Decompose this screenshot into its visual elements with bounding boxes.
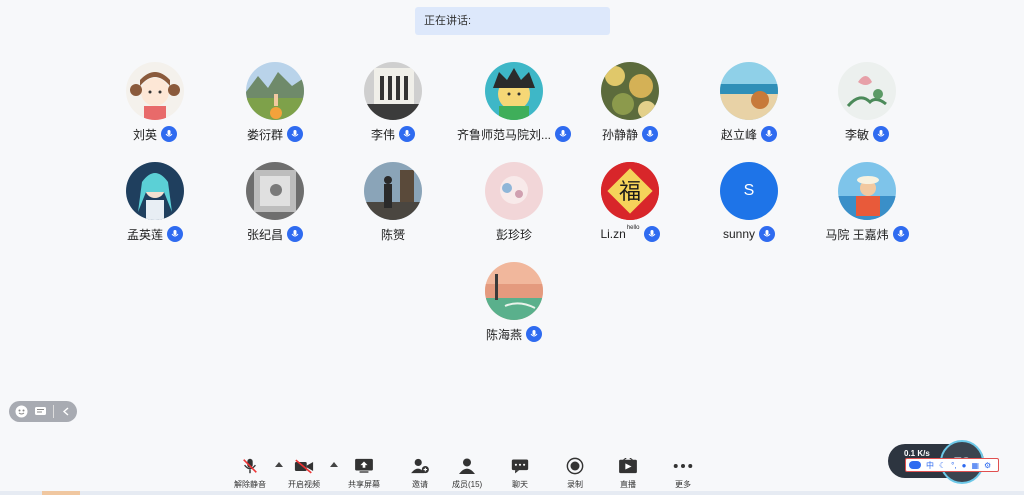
avatar [246,62,304,120]
mic-muted-icon [239,456,261,476]
taskbar-strip [0,491,1024,495]
microphone-icon [287,226,303,242]
start-video-button[interactable]: 开启视频 [288,452,320,492]
chat-button[interactable]: 聊天 [509,452,531,492]
audio-options-caret[interactable] [275,462,283,467]
participant-tile[interactable]: 马院 王嘉炜 [802,162,932,252]
avatar [126,62,184,120]
avatar [838,62,896,120]
avatar [364,162,422,220]
share-screen-icon [353,456,375,476]
participant-name: 孟英莲 [126,227,163,242]
microphone-icon [873,126,889,142]
participant-tile[interactable]: 李敏 [802,62,932,152]
participant-name: Li.zn [600,227,626,241]
share-screen-button[interactable]: 共享屏幕 [348,452,380,492]
ime-toolbar[interactable]: 中 ☾ °, ● ▦ ⚙ [905,458,999,472]
settings-icon[interactable]: ⚙ [984,461,991,470]
record-icon [564,456,586,476]
keyboard-icon[interactable]: ▦ [971,461,979,470]
moon-icon[interactable]: ☾ [939,461,946,470]
invite-button[interactable]: 邀请 [409,452,431,492]
participant-name: 刘英 [132,127,157,142]
meeting-toolbar: 解除静音 开启视频 共享屏幕 邀请 成员(15) 聊天 录制 直播 更多 [226,452,706,492]
avatar [126,162,184,220]
microphone-icon [526,326,542,342]
microphone-icon [642,126,658,142]
microphone-icon [161,126,177,142]
members-icon [456,456,478,476]
more-icon [672,456,694,476]
participant-name: 陈赟 [380,227,405,242]
avatar [485,262,543,320]
participant-tile[interactable]: S sunny [684,162,814,252]
microphone-icon [643,226,660,242]
avatar [485,162,543,220]
live-button[interactable]: 直播 [617,452,639,492]
participant-name: 孙静静 [601,127,638,142]
live-icon [617,456,639,476]
participant-tile[interactable]: 孟英莲 [90,162,220,252]
microphone-icon [892,226,909,242]
more-button[interactable]: 更多 [672,452,694,492]
participant-name: 赵立峰 [720,127,757,142]
participant-tile[interactable]: 福 Li.zn hello [565,162,695,252]
avatar [601,62,659,120]
participant-name: 李敏 [844,127,869,142]
participant-tile[interactable]: 彭珍珍 [446,162,582,252]
speaking-banner: 正在讲话: [415,7,610,35]
participant-name: 娄衍群 [246,127,283,142]
speaking-label: 正在讲话: [424,15,472,27]
participant-tile[interactable]: 赵立峰 [684,62,814,152]
participant-name: 李伟 [370,127,395,142]
emoji-icon[interactable] [15,405,28,418]
hello-tag: hello [626,225,640,231]
participant-tile[interactable]: 娄衍群 [210,62,340,152]
avatar [838,162,896,220]
participant-tile[interactable]: 张纪昌 [210,162,340,252]
avatar: S [720,162,778,220]
divider [53,405,54,418]
microphone-icon [399,126,415,142]
participant-tile[interactable]: 刘英 [90,62,220,152]
participant-tile[interactable]: 孙静静 [565,62,695,152]
participant-tile[interactable]: 陈赟 [328,162,458,252]
participant-name: 彭珍珍 [495,227,532,242]
participant-name: sunny [722,227,756,241]
microphone-icon [167,226,183,242]
participant-tile[interactable]: 李伟 [328,62,458,152]
invite-icon [409,456,431,476]
participant-tile[interactable]: 陈海燕 [446,262,582,352]
avatar-initial: S [743,182,755,199]
avatar-character: 福 [619,180,641,205]
participant-name: 齐鲁师范马院刘... [456,127,551,142]
ime-mode[interactable]: 中 [926,460,934,471]
avatar: 福 [601,162,659,220]
video-options-caret[interactable] [330,462,338,467]
collapse-icon[interactable] [60,405,73,418]
punctuation-icon[interactable]: °, [951,461,956,470]
participant-tile[interactable]: 齐鲁师范马院刘... [446,62,582,152]
microphone-icon [759,226,776,242]
video-off-icon [293,456,315,476]
members-button[interactable]: 成员(15) [452,452,482,492]
avatar [246,162,304,220]
record-button[interactable]: 录制 [564,452,586,492]
speed-readout: 0.1 K/s [904,449,930,458]
reaction-pill[interactable] [9,401,77,422]
taskbar-highlight [42,491,80,495]
avatar [364,62,422,120]
participant-name: 张纪昌 [246,227,283,242]
avatar [485,62,543,120]
ime-logo-icon [909,461,921,469]
participant-name: 陈海燕 [485,327,522,342]
voice-icon[interactable]: ● [962,461,967,470]
unmute-button[interactable]: 解除静音 [234,452,266,492]
danmaku-icon[interactable] [34,405,47,418]
microphone-icon [761,126,777,142]
chat-icon [509,456,531,476]
microphone-icon [287,126,303,142]
avatar [720,62,778,120]
participant-name: 马院 王嘉炜 [825,227,889,242]
